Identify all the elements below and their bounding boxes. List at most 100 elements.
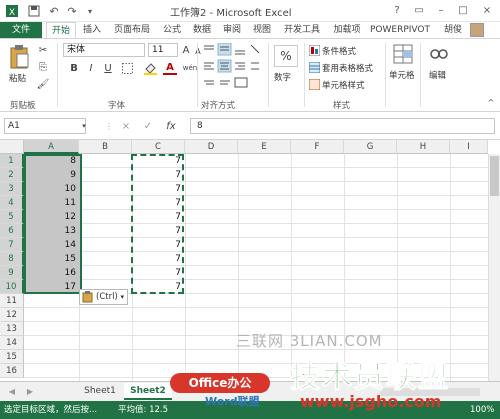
sheet-tab-sheet1[interactable]: Sheet1 bbox=[78, 383, 122, 400]
number-format-button[interactable]: % bbox=[274, 45, 298, 67]
worksheet-grid[interactable]: A B C D E F G H I 1 2 3 4 5 6 7 8 9 10 11 12 13 14 15 1… bbox=[0, 140, 500, 381]
cell[interactable]: 7 bbox=[133, 266, 183, 280]
tab-review[interactable]: 审阅 bbox=[218, 22, 246, 38]
cell[interactable]: 14 bbox=[26, 238, 78, 252]
row-header[interactable]: 6 bbox=[0, 224, 24, 238]
zoom-level[interactable]: 100% bbox=[470, 401, 494, 419]
conditional-format-button[interactable]: 条件格式 bbox=[322, 45, 356, 57]
italic-button[interactable]: I bbox=[84, 61, 98, 75]
collapse-ribbon-icon[interactable]: ^ bbox=[486, 97, 496, 107]
scrollbar-thumb[interactable] bbox=[490, 156, 499, 196]
cell[interactable]: 7 bbox=[133, 224, 183, 238]
row-header[interactable]: 1 bbox=[0, 154, 24, 168]
tab-insert[interactable]: 插入 bbox=[78, 22, 106, 38]
cut-icon[interactable]: ✂ bbox=[36, 43, 50, 57]
sheet-tab-sheet2[interactable]: Sheet2 bbox=[124, 383, 172, 400]
tab-data[interactable]: 数据 bbox=[188, 22, 216, 38]
cell[interactable]: 12 bbox=[26, 210, 78, 224]
cell[interactable]: 7 bbox=[133, 280, 183, 294]
cells-button-label[interactable]: 单元格 bbox=[389, 69, 415, 81]
row-header[interactable]: 3 bbox=[0, 182, 24, 196]
row-header[interactable]: 13 bbox=[0, 322, 24, 336]
row-header[interactable]: 5 bbox=[0, 210, 24, 224]
cell[interactable]: 9 bbox=[26, 168, 78, 182]
column-header[interactable]: E bbox=[238, 140, 291, 154]
cell[interactable]: 11 bbox=[26, 196, 78, 210]
cell[interactable]: 7 bbox=[133, 196, 183, 210]
horizontal-scrollbar[interactable] bbox=[380, 388, 480, 396]
insert-function-icon[interactable]: fx bbox=[162, 118, 180, 134]
tab-page-layout[interactable]: 页面布局 bbox=[108, 22, 156, 38]
name-box-dropdown-icon[interactable]: ▾ bbox=[80, 120, 88, 132]
tab-file[interactable]: 文件 bbox=[0, 22, 42, 38]
underline-button[interactable]: U bbox=[101, 61, 115, 75]
next-sheet-icon[interactable]: ▶ bbox=[24, 385, 36, 397]
row-header[interactable]: 11 bbox=[0, 294, 24, 308]
undo-icon[interactable]: ↶ bbox=[46, 3, 62, 19]
number-format-label[interactable]: 数字 bbox=[274, 71, 291, 83]
font-color-button[interactable]: A bbox=[163, 61, 177, 75]
tab-powerpivot[interactable]: POWERPIVOT bbox=[368, 22, 432, 38]
cancel-icon[interactable]: × bbox=[118, 118, 134, 134]
formula-input[interactable]: 8 bbox=[190, 118, 495, 134]
tab-home[interactable]: 开始 bbox=[46, 22, 76, 38]
minimize-button[interactable]: – bbox=[430, 2, 452, 18]
conditional-format-icon[interactable] bbox=[308, 44, 320, 56]
cell[interactable]: 7 bbox=[133, 210, 183, 224]
cell-styles-button[interactable]: 单元格样式 bbox=[322, 79, 365, 91]
row-header[interactable]: 8 bbox=[0, 252, 24, 266]
column-header[interactable]: F bbox=[291, 140, 344, 154]
cell[interactable]: 7 bbox=[133, 252, 183, 266]
qat-dropdown-icon[interactable]: ▾ bbox=[82, 3, 98, 19]
name-box[interactable]: A1 bbox=[4, 118, 86, 134]
row-header[interactable]: 10 bbox=[0, 280, 24, 294]
row-header[interactable]: 9 bbox=[0, 266, 24, 280]
format-painter-icon[interactable]: 🖌 bbox=[36, 77, 50, 91]
prev-sheet-icon[interactable]: ◀ bbox=[6, 385, 18, 397]
tab-formulas[interactable]: 公式 bbox=[158, 22, 186, 38]
avatar[interactable] bbox=[470, 23, 484, 37]
cell-styles-icon[interactable] bbox=[308, 78, 320, 90]
help-button[interactable]: ? bbox=[386, 2, 408, 18]
editing-button-label[interactable]: 编辑 bbox=[429, 69, 446, 81]
bold-button[interactable]: B bbox=[67, 61, 81, 75]
cell[interactable]: 13 bbox=[26, 224, 78, 238]
column-header[interactable]: H bbox=[397, 140, 450, 154]
font-name-combo[interactable]: 宋体 bbox=[63, 43, 145, 57]
find-icon[interactable] bbox=[428, 43, 450, 65]
column-header[interactable]: A bbox=[24, 140, 79, 154]
tab-addins[interactable]: 加载项 bbox=[328, 22, 366, 38]
cell[interactable]: 7 bbox=[133, 238, 183, 252]
tab-view[interactable]: 视图 bbox=[248, 22, 276, 38]
cell[interactable]: 16 bbox=[26, 266, 78, 280]
copy-icon[interactable]: ⎘ bbox=[36, 60, 50, 74]
row-header[interactable]: 7 bbox=[0, 238, 24, 252]
save-icon[interactable] bbox=[26, 3, 42, 19]
paste-icon[interactable] bbox=[6, 43, 32, 71]
row-header[interactable]: 15 bbox=[0, 350, 24, 364]
tab-developer[interactable]: 开发工具 bbox=[278, 22, 326, 38]
column-header[interactable]: C bbox=[132, 140, 185, 154]
column-header[interactable]: D bbox=[185, 140, 238, 154]
close-button[interactable]: × bbox=[476, 2, 498, 18]
row-header[interactable]: 14 bbox=[0, 336, 24, 350]
grow-font-icon[interactable]: A bbox=[180, 43, 192, 57]
borders-icon[interactable] bbox=[120, 61, 134, 75]
column-header[interactable]: I bbox=[450, 140, 488, 154]
format-as-table-icon[interactable] bbox=[308, 61, 320, 73]
cell[interactable]: 10 bbox=[26, 182, 78, 196]
column-header[interactable]: B bbox=[79, 140, 132, 154]
font-size-combo[interactable]: 11 bbox=[148, 43, 178, 57]
maximize-button[interactable]: □ bbox=[452, 2, 474, 18]
cell[interactable]: 7 bbox=[133, 182, 183, 196]
paste-label[interactable]: 粘贴 bbox=[9, 72, 26, 84]
row-header[interactable]: 16 bbox=[0, 364, 24, 378]
paste-options-button[interactable]: (Ctrl) ▾ bbox=[79, 289, 128, 305]
cell[interactable]: 8 bbox=[26, 154, 78, 168]
row-header[interactable]: 4 bbox=[0, 196, 24, 210]
row-header[interactable]: 12 bbox=[0, 308, 24, 322]
cell[interactable]: 17 bbox=[26, 280, 78, 294]
cell[interactable]: 7 bbox=[133, 154, 183, 168]
cell[interactable]: 7 bbox=[133, 168, 183, 182]
redo-icon[interactable]: ↷ bbox=[64, 3, 80, 19]
